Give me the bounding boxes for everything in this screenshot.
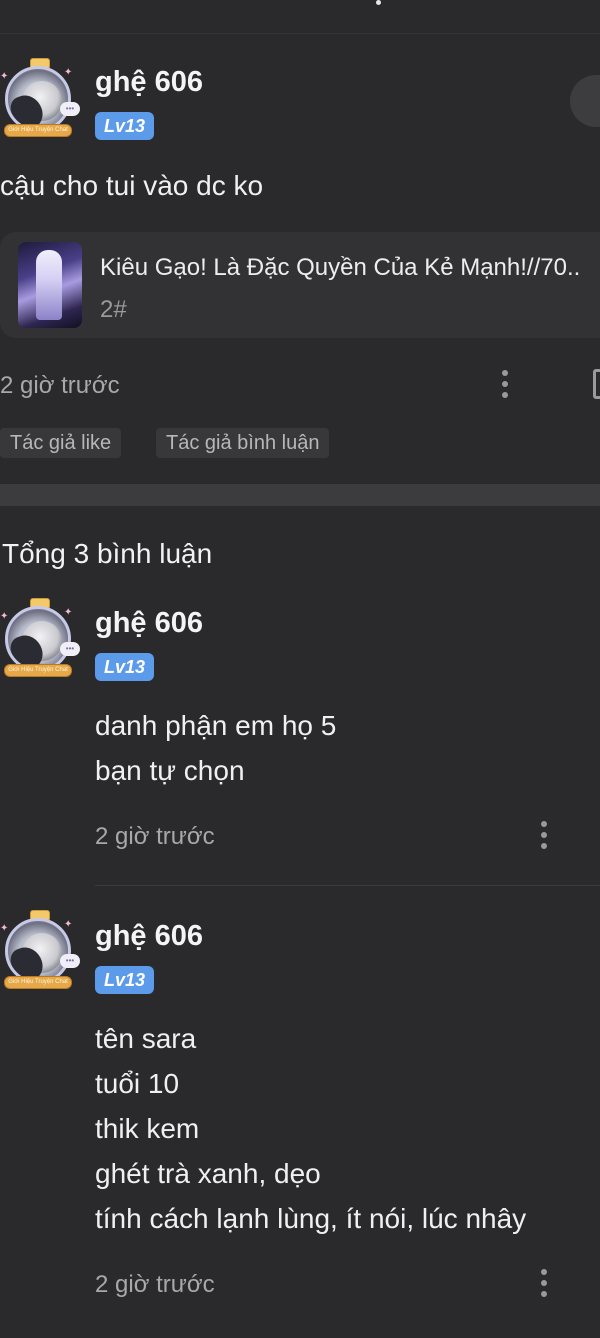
tag-author-like: Tác giả like xyxy=(0,428,122,458)
comment-divider xyxy=(95,885,600,886)
linked-story-card[interactable] xyxy=(0,232,600,338)
avatar-badge: Giới Hiệu Truyện Chat xyxy=(4,976,72,989)
page-indicator-dot xyxy=(376,0,381,5)
chat-bubble-icon: ••• xyxy=(60,954,80,968)
avatar-badge: Giới Hiệu Truyện Chat xyxy=(4,124,72,137)
comments-count: Tổng 3 bình luận xyxy=(2,538,213,569)
more-vertical-icon[interactable] xyxy=(541,821,547,854)
comment-line: tuổi 10 xyxy=(95,1068,180,1099)
top-divider xyxy=(0,33,600,34)
chat-bubble-icon: ••• xyxy=(60,102,80,116)
level-badge: Lv13 xyxy=(95,966,154,994)
comment-username[interactable]: ghệ 606 xyxy=(95,920,203,953)
comment-line: tính cách lạnh lùng, ít nói, lúc nhây xyxy=(95,1203,527,1234)
sparkle-icon: ✦ xyxy=(0,923,9,934)
comment-line: ghét trà xanh, dẹo xyxy=(95,1158,321,1189)
section-divider xyxy=(0,484,600,506)
bookmark-icon[interactable] xyxy=(593,369,600,399)
post-time: 2 giờ trước xyxy=(0,372,120,399)
level-badge: Lv13 xyxy=(95,653,154,681)
more-vertical-icon[interactable] xyxy=(502,370,508,403)
comment-line: tên sara xyxy=(95,1023,197,1054)
follow-button[interactable] xyxy=(570,75,600,127)
comment-time: 2 giờ trước xyxy=(95,823,215,850)
level-badge: Lv13 xyxy=(95,112,154,140)
avatar[interactable]: ✦ ✦ ••• Giới Hiệu Truyện Chat xyxy=(0,598,82,680)
comment-line: thik kem xyxy=(95,1113,200,1144)
comment-username[interactable]: ghệ 606 xyxy=(95,607,203,640)
story-title: Kiêu Gạo! Là Đặc Quyền Của Kẻ Mạnh!//70.… xyxy=(100,254,581,281)
post-text: cậu cho tui vào dc ko xyxy=(0,170,264,201)
chat-bubble-icon: ••• xyxy=(60,642,80,656)
comment-line: danh phận em họ 5 xyxy=(95,710,337,741)
story-chapter: 2# xyxy=(100,296,127,323)
avatar-badge: Giới Hiệu Truyện Chat xyxy=(4,664,72,677)
sparkle-icon: ✦ xyxy=(64,919,73,930)
avatar[interactable]: ✦ ✦ ••• Giới Hiệu Truyện Chat xyxy=(0,910,82,992)
more-vertical-icon[interactable] xyxy=(541,1269,547,1302)
tag-author-comment: Tác giả bình luận xyxy=(156,428,330,458)
sparkle-icon: ✦ xyxy=(64,67,73,78)
comment-time: 2 giờ trước xyxy=(95,1271,215,1298)
sparkle-icon: ✦ xyxy=(0,71,9,82)
username[interactable]: ghệ 606 xyxy=(95,66,203,99)
comment-line: bạn tự chọn xyxy=(95,755,245,786)
sparkle-icon: ✦ xyxy=(0,611,9,622)
story-cover xyxy=(18,242,82,328)
sparkle-icon: ✦ xyxy=(64,607,73,618)
avatar[interactable]: ✦ ✦ ••• Giới Hiệu Truyện Chat xyxy=(0,58,82,140)
